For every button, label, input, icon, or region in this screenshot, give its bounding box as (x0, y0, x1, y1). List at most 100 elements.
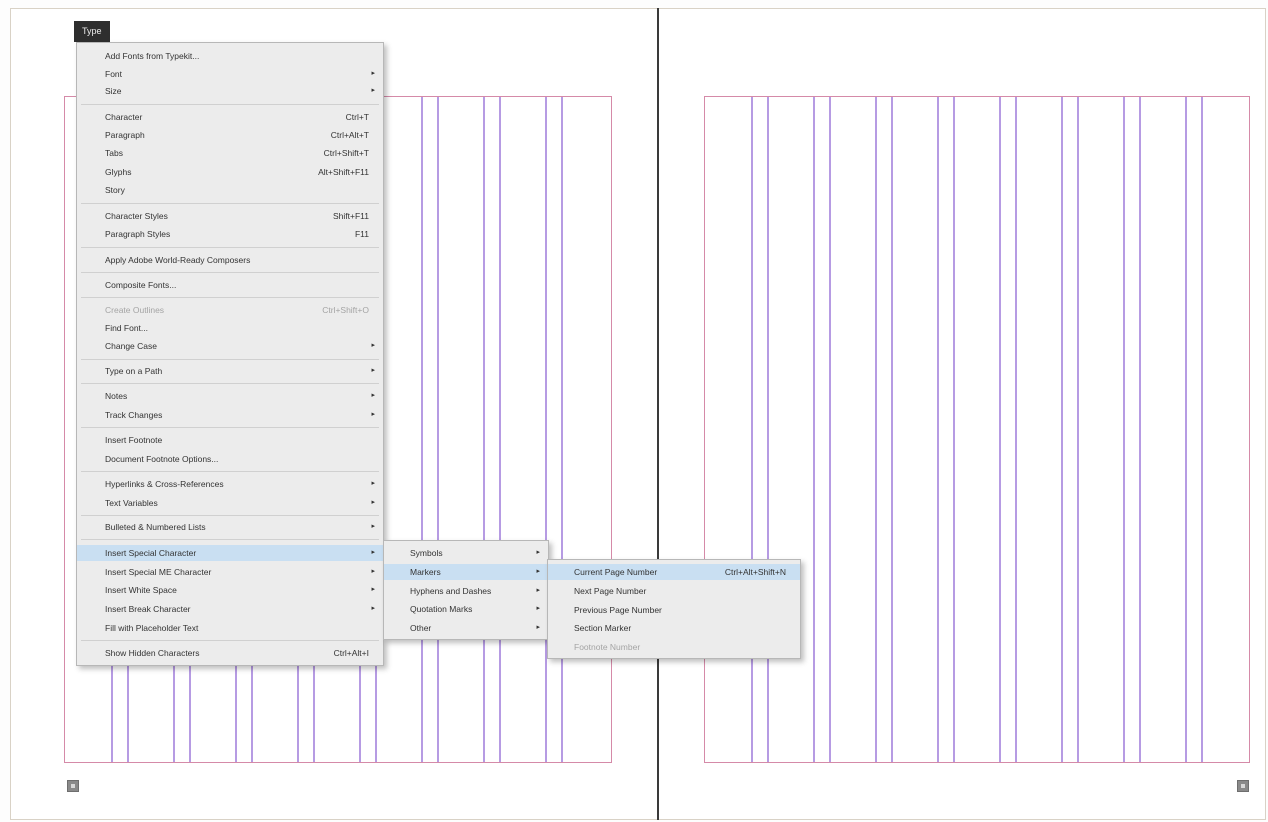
menu-item-tabs[interactable]: Tabs Ctrl+Shift+T (77, 145, 383, 161)
menu-item-label: Character (105, 112, 143, 122)
menu-item-shortcut: Alt+Shift+F11 (318, 167, 369, 177)
menu-item-label: Hyperlinks & Cross-References (105, 479, 224, 489)
menu-item-track-changes[interactable]: Track Changes ▸ (77, 407, 383, 423)
chevron-right-icon: ▸ (371, 87, 375, 94)
submenu-item-markers[interactable]: Markers ▸ (384, 564, 548, 580)
submenu-item-quotation-marks[interactable]: Quotation Marks ▸ (384, 601, 548, 617)
menu-item-label: Tabs (105, 148, 123, 158)
menu-item-label: Document Footnote Options... (105, 454, 219, 464)
menu-item-label: Insert Break Character (105, 604, 191, 614)
menu-item-label: Track Changes (105, 410, 163, 420)
menu-item-show-hidden-characters[interactable]: Show Hidden Characters Ctrl+Alt+I (77, 645, 383, 661)
chevron-right-icon: ▸ (371, 411, 375, 418)
spread-spine (657, 8, 659, 820)
menu-item-label: Next Page Number (574, 586, 647, 596)
menu-item-label: Paragraph Styles (105, 229, 171, 239)
menu-item-find-font[interactable]: Find Font... (77, 320, 383, 336)
menu-item-label: Glyphs (105, 167, 132, 177)
menu-item-label: Bulleted & Numbered Lists (105, 522, 206, 532)
column-guide (545, 97, 547, 762)
menu-item-shortcut: F11 (354, 229, 369, 239)
markers-item-next-page-number[interactable]: Next Page Number (548, 583, 800, 599)
menu-item-label: Size (105, 86, 122, 96)
chevron-right-icon: ▸ (536, 549, 540, 556)
menu-item-shortcut: Ctrl+Alt+Shift+N (724, 567, 786, 577)
menu-item-label: Hyphens and Dashes (410, 586, 492, 596)
menu-item-label: Symbols (410, 548, 443, 558)
chevron-right-icon: ▸ (371, 523, 375, 530)
column-guide (1061, 97, 1063, 762)
column-guide (483, 97, 485, 762)
chevron-right-icon: ▸ (371, 605, 375, 612)
menu-item-footnote-options[interactable]: Document Footnote Options... (77, 451, 383, 467)
menu-separator (81, 272, 379, 273)
menu-item-composite-fonts[interactable]: Composite Fonts... (77, 277, 383, 293)
menu-separator (81, 247, 379, 248)
submenu-item-other[interactable]: Other ▸ (384, 620, 548, 636)
menu-item-label: Quotation Marks (410, 604, 473, 614)
menu-item-glyphs[interactable]: Glyphs Alt+Shift+F11 (77, 164, 383, 180)
menu-separator (81, 297, 379, 298)
type-menu-tab[interactable]: Type (74, 21, 110, 42)
menu-item-paragraph-styles[interactable]: Paragraph Styles F11 (77, 226, 383, 242)
menu-item-notes[interactable]: Notes ▸ (77, 388, 383, 404)
menu-item-label: Insert White Space (105, 585, 177, 595)
menu-item-fill-placeholder[interactable]: Fill with Placeholder Text (77, 620, 383, 636)
submenu-item-symbols[interactable]: Symbols ▸ (384, 545, 548, 561)
menu-item-change-case[interactable]: Change Case ▸ (77, 338, 383, 354)
menu-separator (81, 104, 379, 105)
menu-item-label: Change Case (105, 341, 157, 351)
chevron-right-icon: ▸ (371, 367, 375, 374)
menu-item-shortcut: Ctrl+Shift+O (322, 305, 369, 315)
column-guide (999, 97, 1001, 762)
menu-item-insert-special-me-character[interactable]: Insert Special ME Character ▸ (77, 564, 383, 580)
menu-item-bulleted-lists[interactable]: Bulleted & Numbered Lists ▸ (77, 519, 383, 535)
menu-item-label: Footnote Number (574, 642, 641, 652)
menu-item-hyperlinks[interactable]: Hyperlinks & Cross-References ▸ (77, 476, 383, 492)
chevron-right-icon: ▸ (371, 499, 375, 506)
menu-item-paragraph[interactable]: Paragraph Ctrl+Alt+T (77, 127, 383, 143)
menu-separator (81, 203, 379, 204)
menu-item-character[interactable]: Character Ctrl+T (77, 109, 383, 125)
menu-separator (81, 427, 379, 428)
markers-item-section-marker[interactable]: Section Marker (548, 620, 800, 636)
chevron-right-icon: ▸ (371, 549, 375, 556)
markers-item-footnote-number: Footnote Number (548, 639, 800, 655)
menu-item-label: Fill with Placeholder Text (105, 623, 199, 633)
menu-item-create-outlines: Create Outlines Ctrl+Shift+O (77, 302, 383, 318)
markers-item-current-page-number[interactable]: Current Page Number Ctrl+Alt+Shift+N (548, 564, 800, 580)
page-icon[interactable] (67, 780, 79, 792)
submenu-item-hyphens-dashes[interactable]: Hyphens and Dashes ▸ (384, 583, 548, 599)
menu-item-insert-footnote[interactable]: Insert Footnote (77, 432, 383, 448)
menu-item-label: Find Font... (105, 323, 148, 333)
chevron-right-icon: ▸ (371, 586, 375, 593)
menu-item-world-ready-composers[interactable]: Apply Adobe World-Ready Composers (77, 252, 383, 268)
menu-item-text-variables[interactable]: Text Variables ▸ (77, 495, 383, 511)
menu-item-label: Apply Adobe World-Ready Composers (105, 255, 251, 265)
menu-item-label: Section Marker (574, 623, 632, 633)
column-guide (561, 97, 563, 762)
page-icon[interactable] (1237, 780, 1249, 792)
markers-submenu: Current Page Number Ctrl+Alt+Shift+N Next… (547, 559, 801, 659)
menu-item-insert-special-character[interactable]: Insert Special Character ▸ (77, 545, 383, 561)
markers-item-previous-page-number[interactable]: Previous Page Number (548, 602, 800, 618)
column-guide (499, 97, 501, 762)
menu-item-label: Insert Footnote (105, 435, 163, 445)
column-guide (891, 97, 893, 762)
column-guide (1077, 97, 1079, 762)
type-menu: Add Fonts from Typekit... Font ▸ Size ▸ Ch… (76, 42, 384, 666)
chevron-right-icon: ▸ (536, 605, 540, 612)
menu-item-font[interactable]: Font ▸ (77, 66, 383, 82)
menu-item-label: Character Styles (105, 211, 168, 221)
menu-item-type-on-path[interactable]: Type on a Path ▸ (77, 363, 383, 379)
menu-item-label: Other (410, 623, 432, 633)
menu-item-size[interactable]: Size ▸ (77, 83, 383, 99)
chevron-right-icon: ▸ (371, 70, 375, 77)
chevron-right-icon: ▸ (536, 624, 540, 631)
column-guide (937, 97, 939, 762)
menu-item-add-fonts[interactable]: Add Fonts from Typekit... (77, 48, 383, 64)
menu-item-insert-break-character[interactable]: Insert Break Character ▸ (77, 601, 383, 617)
menu-item-story[interactable]: Story (77, 182, 383, 198)
menu-item-character-styles[interactable]: Character Styles Shift+F11 (77, 208, 383, 224)
menu-item-insert-white-space[interactable]: Insert White Space ▸ (77, 582, 383, 598)
